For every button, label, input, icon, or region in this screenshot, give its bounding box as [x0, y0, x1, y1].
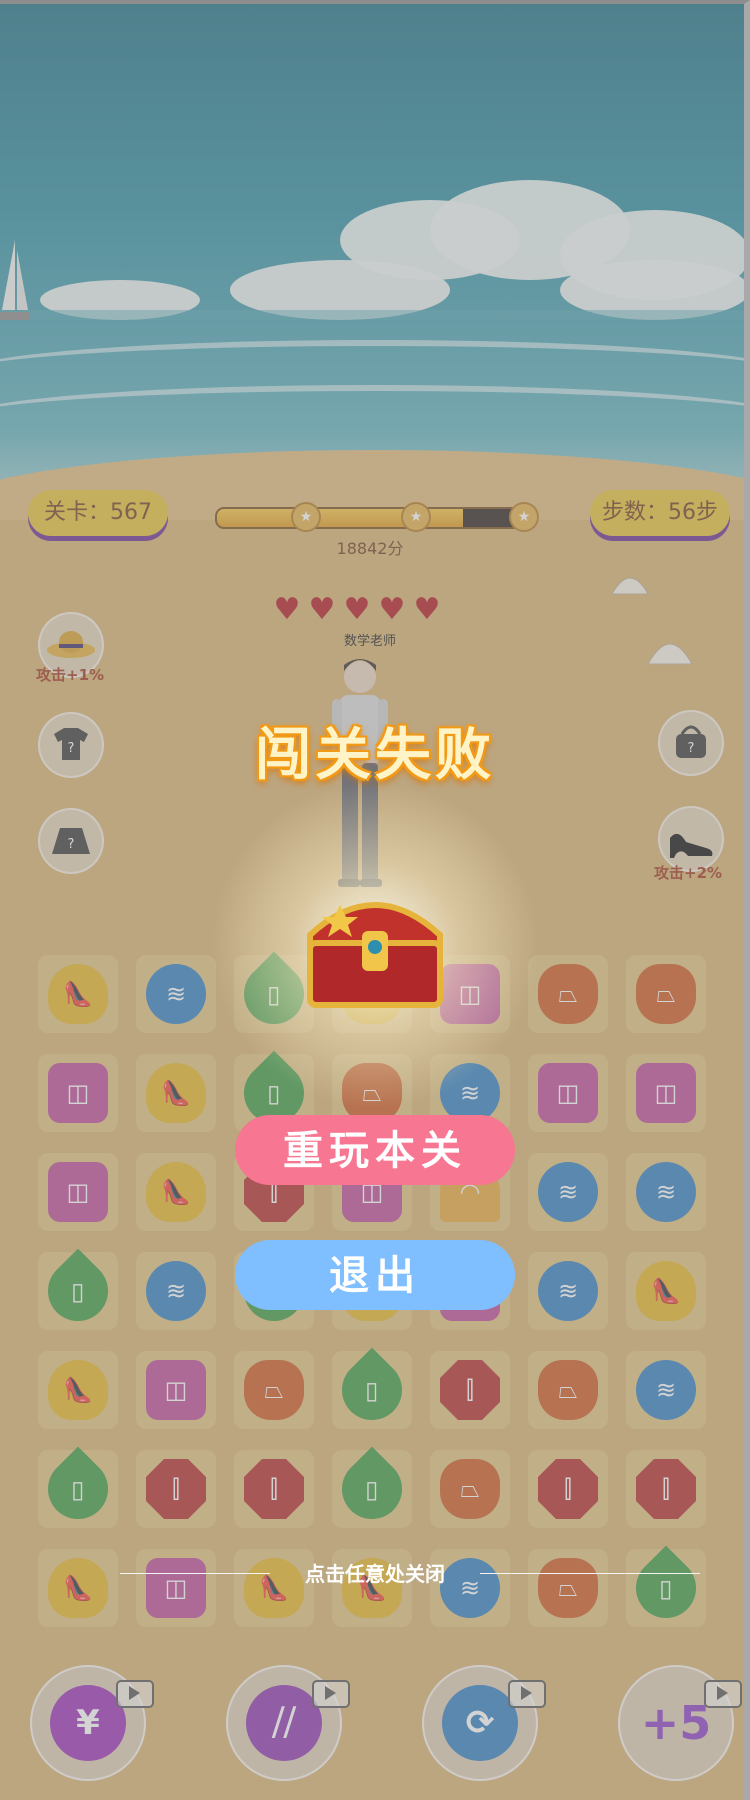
tap-to-close-hint[interactable]: 点击任意处关闭	[275, 1558, 475, 1587]
replay-level-button[interactable]: 重玩本关	[235, 1115, 515, 1185]
treasure-chest-icon	[307, 902, 443, 1008]
game-scene: 关卡：567 ★ ★ ★ 18842分 步数：56步 ♥ ♥ ♥ ♥ ♥ 数学老师 攻击…	[0, 0, 750, 1800]
dialog-title: 闯关失败	[255, 723, 495, 788]
divider-left	[120, 1573, 270, 1574]
divider-right	[480, 1573, 700, 1574]
exit-button[interactable]: 退出	[235, 1240, 515, 1310]
